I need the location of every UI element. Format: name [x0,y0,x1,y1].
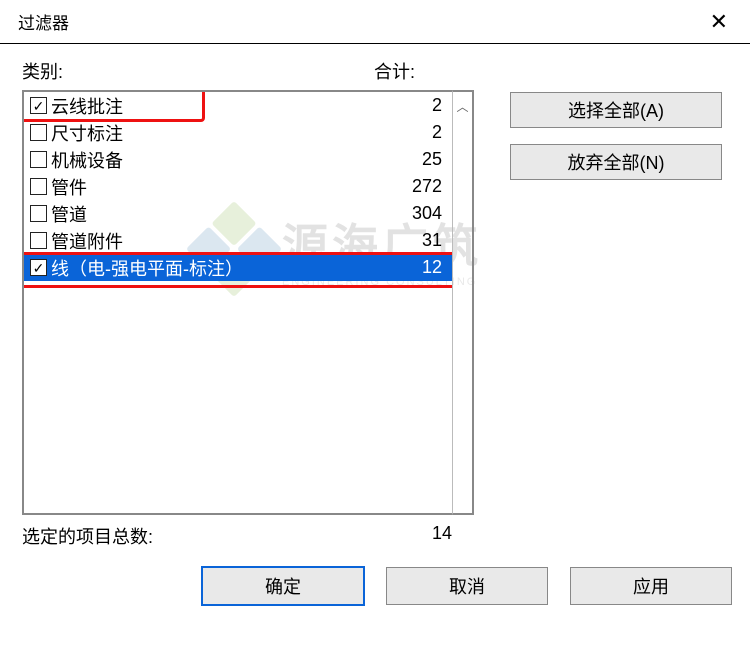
list-item-label: 管道 [51,201,311,227]
checkbox[interactable]: ✓ [30,259,47,276]
checkbox[interactable] [30,178,47,195]
list-item-count: 12 [311,257,452,278]
list-item-label: 管件 [51,174,311,200]
list-item-count: 2 [311,122,452,143]
checkbox[interactable]: ✓ [30,97,47,114]
list-item-label: 云线批注 [51,93,311,119]
category-listbox[interactable]: ✓云线批注2尺寸标注2机械设备25管件272管道304管道附件31✓线（电-强电… [22,90,452,515]
window-title: 过滤器 [18,9,69,34]
selected-count-value: 14 [374,523,452,549]
list-item[interactable]: 管道304 [24,200,452,227]
list-item-label: 管道附件 [51,228,311,254]
apply-button[interactable]: 应用 [570,567,732,605]
list-item[interactable]: ✓线（电-强电平面-标注）12 [24,254,452,281]
ok-button[interactable]: 确定 [202,567,364,605]
list-item-label: 尺寸标注 [51,120,311,146]
checkbox[interactable] [30,232,47,249]
deselect-all-button[interactable]: 放弃全部(N) [510,144,722,180]
select-all-button[interactable]: 选择全部(A) [510,92,722,128]
cancel-button[interactable]: 取消 [386,567,548,605]
checkbox[interactable] [30,124,47,141]
list-item[interactable]: 管道附件31 [24,227,452,254]
list-item-count: 31 [311,230,452,251]
list-item-count: 2 [311,95,452,116]
title-bar: 过滤器 ✕ [0,0,750,44]
list-item[interactable]: ✓云线批注2 [24,92,452,119]
checkbox[interactable] [30,151,47,168]
header-category: 类别: [22,58,374,84]
chevron-up-icon[interactable]: ︿ [456,98,468,115]
header-total: 合计: [374,58,415,84]
list-item-label: 线（电-强电平面-标注） [51,255,311,281]
list-item-count: 272 [311,176,452,197]
selected-count-label: 选定的项目总数: [22,523,374,549]
list-item-label: 机械设备 [51,147,311,173]
close-icon[interactable]: ✕ [702,5,736,39]
list-item-count: 25 [311,149,452,170]
list-item[interactable]: 管件272 [24,173,452,200]
list-item-count: 304 [311,203,452,224]
scrollbar[interactable]: ︿ [452,90,474,515]
checkbox[interactable] [30,205,47,222]
list-item[interactable]: 尺寸标注2 [24,119,452,146]
list-item[interactable]: 机械设备25 [24,146,452,173]
